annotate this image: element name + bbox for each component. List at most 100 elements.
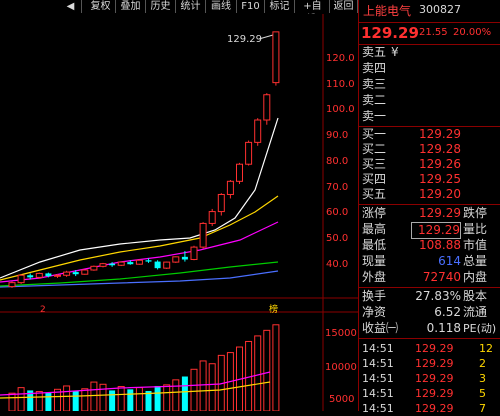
toolbar-restore-rights-button[interactable]: 复权	[86, 0, 116, 13]
toolbar-back-button[interactable]: 返回	[330, 0, 358, 13]
candle-body	[145, 260, 152, 262]
low-row: 最低 108.88 市值	[359, 238, 500, 253]
stat-label: 跌停	[463, 206, 488, 220]
sell-level-2: 卖二	[359, 93, 500, 108]
sell-level-label: 卖四	[362, 61, 387, 75]
toolbar-arrow-button[interactable]: ◀	[60, 0, 82, 13]
price-axis-label: 110.0	[326, 79, 355, 90]
candle-body	[135, 259, 143, 265]
volume-bar	[135, 387, 143, 411]
candle-body	[254, 119, 262, 143]
volume-bar	[17, 387, 25, 411]
volume-bar	[154, 385, 161, 411]
stock-header: 上能电气 300827	[359, 0, 500, 22]
fund-label: 股本	[463, 289, 488, 303]
volume-bar	[254, 335, 262, 411]
buy-level-label: 买三	[362, 157, 387, 171]
toolbar-overlay-button[interactable]: 叠加	[116, 0, 146, 13]
tick-row: 14:51 129.29 2	[359, 356, 500, 371]
volume-bar	[90, 381, 98, 411]
sell-level-label: 卖三	[362, 77, 387, 91]
candle-body	[172, 256, 180, 263]
stat-label: 内盘	[463, 270, 488, 284]
price-axis-label: 60.0	[326, 207, 348, 218]
stat-label: 量比	[463, 222, 488, 236]
candle-body	[217, 193, 225, 213]
stat-label: 现量	[362, 254, 387, 268]
net-assets-row: 净资 6.52 流通	[359, 305, 500, 320]
buy-level-3: 买三 129.26	[359, 157, 500, 172]
candle-body	[272, 31, 280, 84]
tick-volume: 5	[479, 387, 486, 400]
tick-volume: 7	[479, 402, 486, 415]
volume-bar	[81, 388, 89, 411]
candle-body	[199, 222, 207, 248]
sell-level-label: 卖二	[362, 93, 387, 107]
buy-level-4: 买四 129.25	[359, 172, 500, 187]
sell-level-label: 卖五	[362, 45, 387, 59]
tick-time: 14:51	[362, 387, 394, 400]
volume-bar	[163, 384, 171, 411]
buy-level-price: 129.28	[419, 142, 461, 156]
sell-level-4: 卖四	[359, 61, 500, 76]
volume-bar	[99, 383, 107, 411]
candle-body	[208, 211, 216, 224]
last-price: 129.29	[361, 24, 419, 42]
candle-body	[226, 180, 234, 195]
tick-row: 14:51 129.29 12	[359, 341, 500, 356]
candle-body	[35, 272, 43, 278]
tick-volume: 3	[479, 372, 486, 385]
volume-bar	[199, 360, 207, 411]
volume-bar	[72, 390, 79, 411]
candle-body	[109, 263, 116, 266]
volume-bar	[35, 391, 43, 411]
sell-level-1: 卖一	[359, 109, 500, 124]
candle-body	[154, 261, 161, 269]
candle-body	[27, 275, 34, 278]
volume-bar	[172, 379, 180, 411]
candle-body	[181, 256, 188, 260]
candle-body	[54, 274, 61, 277]
kline-chart[interactable]: 120.0 110.0 100.0 90.0 80.0 70.0 60.0 50…	[0, 14, 358, 411]
price-change: 21.55	[419, 27, 448, 38]
candle-body	[72, 272, 79, 275]
tick-time: 14:51	[362, 402, 394, 415]
quote-panel: 上能电气 300827 129.29 21.55 20.00% 卖五 ¥ 卖四 卖…	[358, 0, 500, 415]
tick-volume: 12	[479, 342, 493, 355]
volume-bar	[63, 385, 71, 411]
price-axis-label: 120.0	[326, 53, 355, 64]
volume-axis-label: 15000	[325, 328, 357, 339]
candle-body	[127, 262, 134, 265]
eps-row: 收益㈠ 0.118 PE(动)	[359, 321, 500, 336]
toolbar-f10-button[interactable]: F10	[237, 0, 265, 13]
toolbar-stats-button[interactable]: 统计	[176, 0, 206, 13]
tick-time: 14:51	[362, 372, 394, 385]
price-change-pct: 20.00%	[453, 27, 492, 38]
stock-name: 上能电气	[363, 4, 412, 18]
volume-axis-label: 5000	[329, 394, 354, 405]
tick-volume: 2	[479, 357, 486, 370]
toolbar-mark-button[interactable]: 标记	[265, 0, 295, 13]
current-volume-row: 现量 614 总量	[359, 254, 500, 269]
toolbar-history-button[interactable]: 历史	[146, 0, 176, 13]
stat-value: 129.29	[411, 222, 461, 239]
fund-label: PE(动)	[463, 322, 497, 335]
volume-axis-label: 10000	[325, 362, 357, 373]
stat-value: 72740	[422, 270, 461, 284]
tick-row: 14:51 129.29 7	[359, 401, 500, 416]
limit-up-row: 涨停 129.29 跌停	[359, 206, 500, 221]
price-axis-label: 70.0	[326, 182, 348, 193]
candle-body	[8, 282, 16, 288]
tick-price: 129.29	[415, 357, 454, 370]
price-axis-label: 90.0	[326, 130, 348, 141]
sell-level-price: ¥	[391, 45, 399, 59]
candle-body	[99, 263, 107, 267]
outer-volume-row: 外盘 72740 内盘	[359, 270, 500, 285]
candle-body	[45, 273, 52, 277]
stat-label: 总量	[463, 254, 488, 268]
buy-level-price: 129.20	[419, 187, 461, 201]
date-marker-left: 2	[40, 305, 46, 315]
toolbar-add-favorite-button[interactable]: +自选	[296, 0, 330, 25]
toolbar-drawing-button[interactable]: 画线	[206, 0, 237, 13]
stat-value: 108.88	[419, 238, 461, 252]
